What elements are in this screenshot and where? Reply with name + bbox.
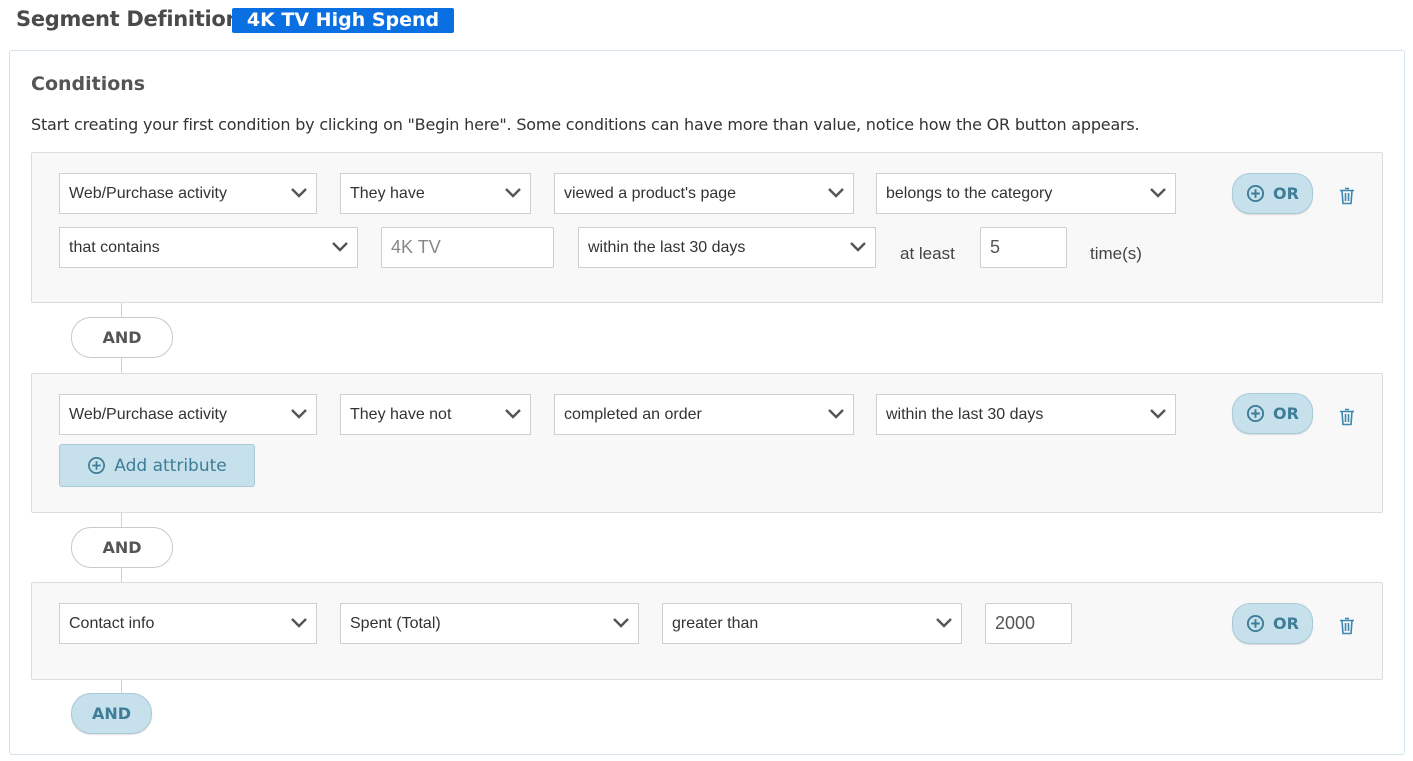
operator-select[interactable]: greater than — [662, 603, 962, 644]
chevron-down-icon — [828, 188, 844, 198]
or-button[interactable]: OR — [1232, 393, 1313, 434]
page-title: Segment Definition — [16, 7, 241, 31]
plus-circle-icon — [1246, 614, 1265, 633]
add-attribute-label: Add attribute — [114, 455, 227, 476]
timeframe-select[interactable]: within the last 30 days — [876, 394, 1176, 435]
trash-icon[interactable] — [1339, 408, 1355, 426]
action-select-value: completed an order — [564, 406, 702, 423]
chevron-down-icon — [828, 409, 844, 419]
and-button[interactable]: AND — [71, 693, 152, 734]
chevron-down-icon — [291, 188, 307, 198]
action-select[interactable]: viewed a product's page — [554, 173, 854, 214]
action-select[interactable]: completed an order — [554, 394, 854, 435]
chevron-down-icon — [1150, 409, 1166, 419]
or-button-label: OR — [1273, 184, 1299, 203]
or-button[interactable]: OR — [1232, 603, 1313, 644]
operator-select-value: that contains — [69, 239, 160, 256]
or-button-label: OR — [1273, 614, 1299, 633]
chevron-down-icon — [936, 618, 952, 628]
chevron-down-icon — [505, 188, 521, 198]
or-button[interactable]: OR — [1232, 173, 1313, 214]
and-button[interactable]: AND — [71, 527, 173, 568]
chevron-down-icon — [291, 409, 307, 419]
category-value-input[interactable]: 4K TV — [381, 227, 554, 268]
chevron-down-icon — [850, 242, 866, 252]
timeframe-select[interactable]: within the last 30 days — [578, 227, 876, 268]
or-button-label: OR — [1273, 404, 1299, 423]
chevron-down-icon — [332, 242, 348, 252]
qualifier-select-value: They have not — [350, 406, 452, 423]
conditions-title: Conditions — [31, 73, 146, 95]
trash-icon[interactable] — [1339, 617, 1355, 635]
attribute-select[interactable]: belongs to the category — [876, 173, 1176, 214]
source-select[interactable]: Contact info — [59, 603, 317, 644]
at-least-label: at least — [900, 244, 955, 263]
trash-icon[interactable] — [1339, 187, 1355, 205]
source-select-value: Web/Purchase activity — [69, 406, 227, 423]
field-select-value: Spent (Total) — [350, 615, 441, 632]
chevron-down-icon — [613, 618, 629, 628]
timeframe-select-value: within the last 30 days — [588, 239, 746, 256]
conditions-help-text: Start creating your first condition by c… — [31, 115, 1140, 134]
field-select[interactable]: Spent (Total) — [340, 603, 639, 644]
segment-name-badge[interactable]: 4K TV High Spend — [232, 8, 454, 33]
plus-circle-icon — [1246, 404, 1265, 423]
qualifier-select[interactable]: They have not — [340, 394, 531, 435]
operator-select-value: greater than — [672, 615, 759, 632]
source-select[interactable]: Web/Purchase activity — [59, 394, 317, 435]
and-button[interactable]: AND — [71, 317, 173, 358]
plus-circle-icon — [88, 457, 106, 474]
plus-circle-icon — [1246, 184, 1265, 203]
timeframe-select-value: within the last 30 days — [886, 406, 1044, 423]
chevron-down-icon — [1150, 188, 1166, 198]
attribute-select-value: belongs to the category — [886, 185, 1053, 202]
operator-select[interactable]: that contains — [59, 227, 358, 268]
chevron-down-icon — [291, 618, 307, 628]
chevron-down-icon — [505, 409, 521, 419]
add-attribute-button[interactable]: Add attribute — [59, 444, 255, 487]
source-select[interactable]: Web/Purchase activity — [59, 173, 317, 214]
action-select-value: viewed a product's page — [564, 185, 737, 202]
qualifier-select[interactable]: They have — [340, 173, 531, 214]
source-select-value: Web/Purchase activity — [69, 185, 227, 202]
spent-value-input[interactable]: 2000 — [985, 603, 1072, 644]
times-label: time(s) — [1090, 244, 1142, 263]
source-select-value: Contact info — [69, 615, 155, 632]
qualifier-select-value: They have — [350, 185, 425, 202]
count-input[interactable]: 5 — [980, 227, 1067, 268]
